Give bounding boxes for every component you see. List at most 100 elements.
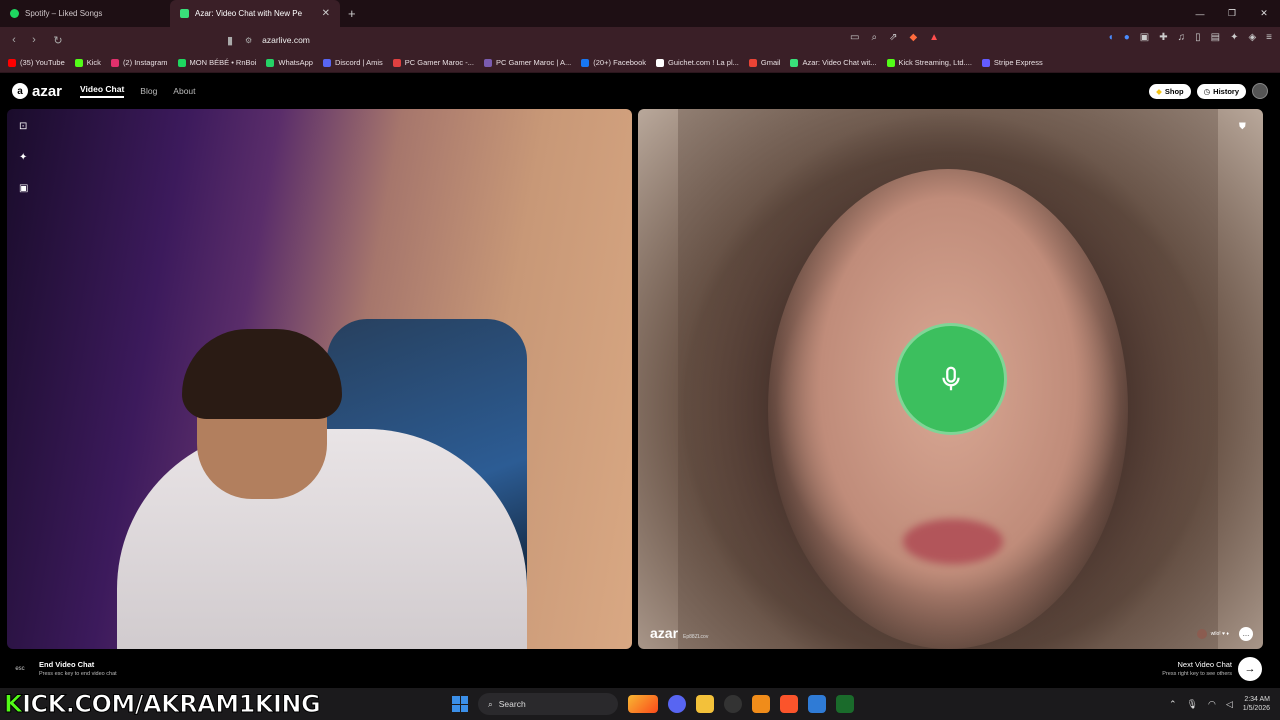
minimize-icon[interactable]: — (1184, 0, 1216, 27)
azar-logo[interactable]: a azar (12, 83, 62, 100)
bookmarks-bar: (35) YouTube Kick (2) Instagram MON BÉBÉ • … (0, 53, 1280, 73)
tab-spotify[interactable]: Spotify – Liked Songs (0, 0, 170, 27)
terminal-icon[interactable] (836, 695, 854, 713)
puzzle-icon[interactable]: ✚ (1159, 32, 1167, 43)
extension-icon[interactable]: ◖ (1108, 32, 1114, 43)
back-icon[interactable]: ‹ (4, 34, 24, 46)
taskbar-search[interactable]: ⌕ Search (478, 693, 618, 715)
restore-icon[interactable]: ❐ (1216, 0, 1248, 27)
tab-azar[interactable]: Azar: Video Chat with New Pe ✕ (170, 0, 340, 27)
microphone-icon (942, 366, 960, 391)
bookmark-item[interactable]: Discord | Amis (322, 58, 383, 67)
forward-icon[interactable]: › (24, 34, 44, 46)
user-hair (182, 329, 342, 419)
filter-icon[interactable]: ▣ (19, 183, 28, 194)
bookmark-item[interactable]: Gmail (748, 58, 781, 67)
leo-icon[interactable]: ✦ (1230, 32, 1238, 43)
brave-rewards-icon[interactable]: ▲ (929, 32, 939, 43)
bookmark-favicon-icon (886, 58, 895, 67)
bookmark-label: Kick Streaming, Ltd.... (898, 58, 972, 67)
volume-icon[interactable]: ◁ (1226, 699, 1233, 710)
address-actions: ▭ ⌕ ⇗ ◆ ▲ (850, 32, 939, 43)
wallet-icon[interactable]: ▤ (1211, 32, 1220, 43)
tab-label: Spotify – Liked Songs (25, 9, 103, 18)
nav-bar: ‹ › ↻ ▮ ⚙ azarlive.com ▭ ⌕ ⇗ ◆ ▲ ◖ ● ▣ ✚… (0, 27, 1280, 53)
bookmark-item[interactable]: (2) Instagram (110, 58, 168, 67)
profile-avatar[interactable] (1252, 83, 1268, 99)
gem-icon: ◆ (1156, 86, 1162, 96)
extension-icon[interactable]: ▣ (1140, 32, 1149, 43)
overlay-rest: ICK.COM/AKRAM1KING (22, 690, 322, 719)
bookmark-item[interactable]: PC Gamer Maroc -... (392, 58, 474, 67)
bookmark-icon[interactable]: ▮ (220, 34, 240, 47)
bookmark-label: Discord | Amis (334, 58, 383, 67)
esc-key-icon[interactable]: esc (12, 661, 28, 677)
report-icon[interactable]: ⛊ (1239, 121, 1253, 135)
bookmark-item[interactable]: (20+) Facebook (581, 58, 646, 67)
site-info-icon[interactable]: ⚙ (245, 36, 252, 45)
history-button[interactable]: ◷ History (1196, 83, 1246, 99)
end-hint: Press esc key to end video chat (39, 671, 117, 677)
clock-time: 2:34 AM (1244, 696, 1270, 703)
shop-label: Shop (1164, 86, 1184, 96)
end-video-chat[interactable]: End Video Chat Press esc key to end vide… (39, 660, 117, 677)
bookmark-label: PC Gamer Maroc | A... (495, 58, 572, 67)
store-icon[interactable] (808, 695, 826, 713)
bookmark-favicon-icon (483, 58, 492, 67)
nav-video-chat[interactable]: Video Chat (80, 84, 125, 98)
camera-switch-icon[interactable]: ⊡ (19, 121, 28, 132)
music-icon[interactable]: ♫ (1178, 32, 1186, 43)
vpn-icon[interactable]: ◈ (1248, 32, 1256, 43)
zoom-icon[interactable]: ⌕ (871, 32, 877, 43)
bookmark-label: Gmail (760, 58, 781, 67)
bookmark-label: Stripe Express (993, 58, 1043, 67)
bookmark-favicon-icon (322, 58, 331, 67)
bookmark-item[interactable]: Stripe Express (981, 58, 1043, 67)
mic-tray-icon[interactable]: 🎙 (1187, 699, 1198, 710)
chevron-up-icon[interactable]: ⌃ (1169, 699, 1177, 710)
brave-icon[interactable] (780, 695, 798, 713)
extension-icon[interactable]: ● (1124, 32, 1130, 43)
bookmark-item[interactable]: Kick (74, 58, 101, 67)
bookmark-label: (20+) Facebook (593, 58, 647, 67)
bookmark-item[interactable]: PC Gamer Maroc | A... (483, 58, 572, 67)
logo-text: azar (32, 82, 63, 100)
bookmark-item[interactable]: WhatsApp (266, 58, 313, 67)
end-title: End Video Chat (39, 660, 95, 669)
clock[interactable]: 2:34 AM 1/5/2026 (1243, 695, 1270, 713)
reload-icon[interactable]: ↻ (48, 34, 68, 47)
copilot-icon[interactable] (628, 695, 658, 713)
wifi-icon[interactable]: ◠ (1208, 699, 1216, 710)
microphone-button[interactable] (895, 323, 1007, 435)
partner-badge[interactable]: wilo! ♥ ♦ (1196, 629, 1229, 639)
nav-blog[interactable]: Blog (140, 86, 157, 96)
bookmark-item[interactable]: Kick Streaming, Ltd.... (886, 58, 972, 67)
bookmark-item[interactable]: Guichet.com ! La pl... (656, 58, 739, 67)
chat-icon[interactable]: … (1239, 627, 1253, 641)
share-icon[interactable]: ⇗ (889, 32, 897, 43)
bookmark-item[interactable]: MON BÉBÉ • RnBoi (177, 58, 256, 67)
shop-button[interactable]: ◆ Shop (1149, 83, 1191, 99)
close-tab-icon[interactable]: ✕ (322, 8, 330, 19)
windows-start-icon[interactable] (452, 696, 468, 712)
history-label: History (1213, 86, 1239, 96)
brave-shield-icon[interactable]: ◆ (909, 32, 917, 43)
next-video-chat[interactable]: Next Video Chat Press right key to see o… (1162, 660, 1232, 677)
close-window-icon[interactable]: ✕ (1248, 0, 1280, 27)
new-tab-icon[interactable]: + (340, 6, 364, 21)
next-title: Next Video Chat (1177, 660, 1232, 669)
next-arrow-button[interactable]: → (1238, 657, 1262, 681)
bookmark-item[interactable]: Azar: Video Chat wit... (790, 58, 877, 67)
sidebar-icon[interactable]: ▯ (1195, 32, 1201, 43)
bookmark-item[interactable]: (35) YouTube (8, 58, 65, 67)
taskbar: KICK.COM/AKRAM1KING ⌕ Search ⌃ 🎙 ◠ ◁ 2:34… (0, 688, 1280, 720)
menu-icon[interactable]: ≡ (1266, 32, 1272, 43)
app-icon[interactable] (752, 695, 770, 713)
obs-icon[interactable] (724, 695, 742, 713)
folder-icon[interactable] (696, 695, 714, 713)
bookmark-favicon-icon (656, 58, 665, 67)
cast-icon[interactable]: ▭ (850, 32, 859, 43)
effects-icon[interactable]: ✦ (19, 152, 28, 163)
nav-about[interactable]: About (173, 86, 195, 96)
discord-icon[interactable] (668, 695, 686, 713)
